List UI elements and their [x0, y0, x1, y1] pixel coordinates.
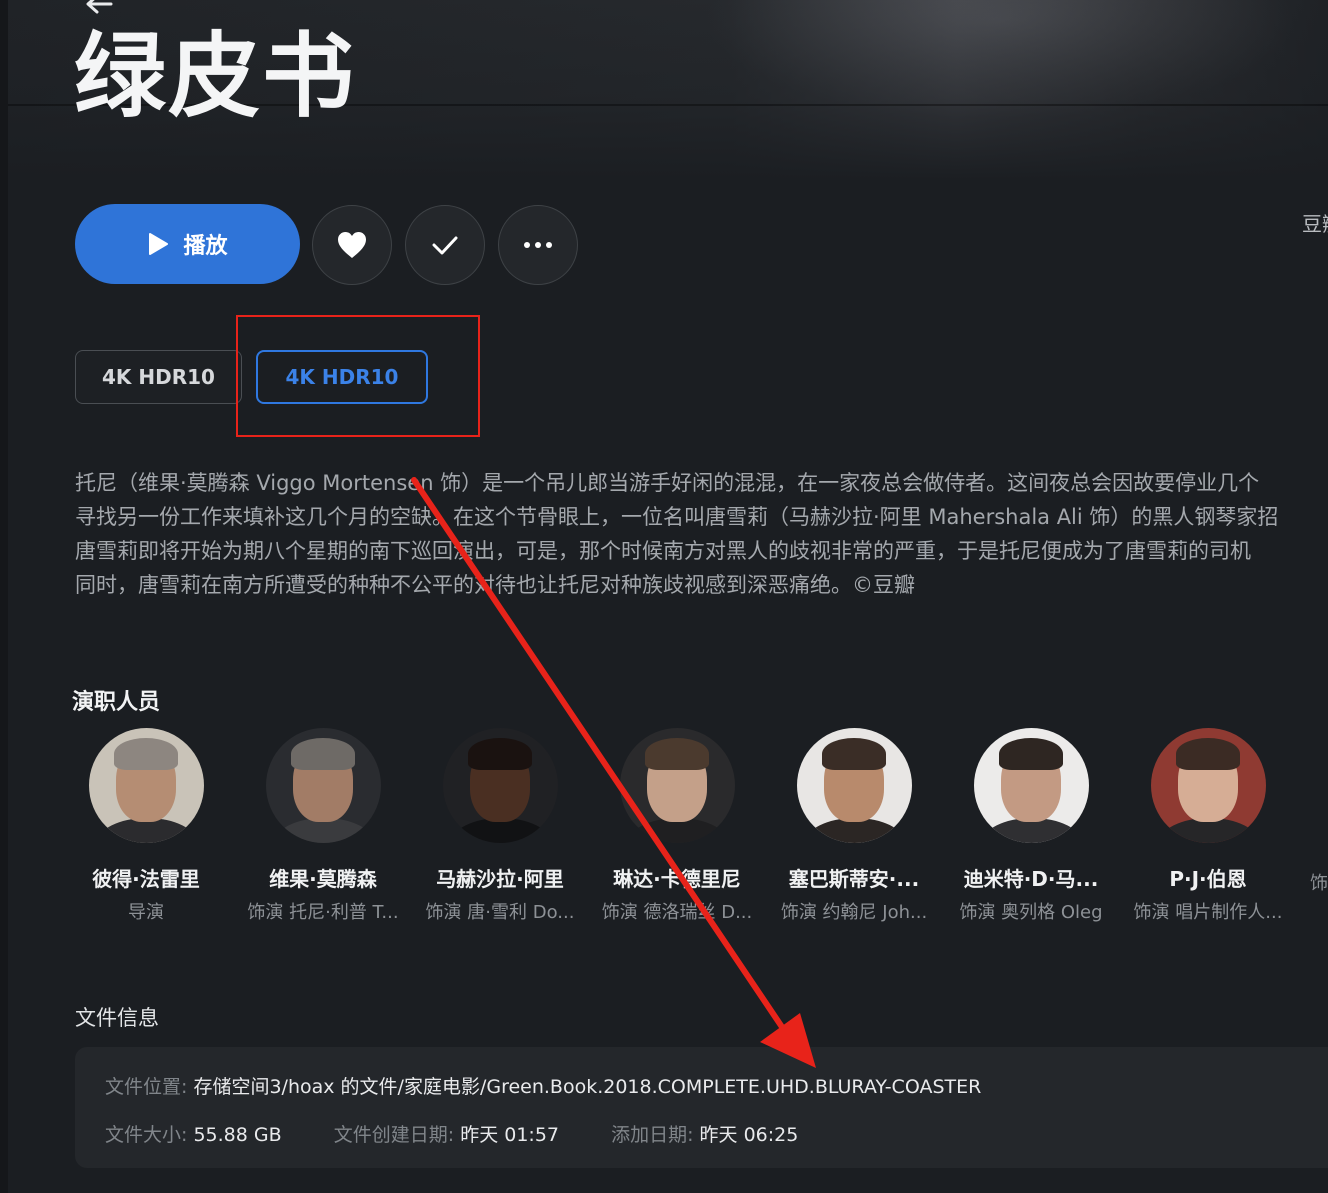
- cast-name: 马赫沙拉·阿里: [436, 867, 564, 891]
- play-button-label: 播放: [183, 234, 228, 259]
- more-options-button[interactable]: [498, 205, 578, 285]
- cast-member[interactable]: 维果·莫腾森 饰演 托尼·利普 T...: [233, 728, 413, 924]
- avatar: [796, 728, 912, 843]
- cast-name: 琳达·卡德里尼: [613, 867, 741, 891]
- file-added-label: 添加日期:: [611, 1124, 694, 1146]
- cast-member[interactable]: 塞巴斯蒂安·... 饰演 约翰尼 Joh...: [764, 728, 944, 924]
- file-info-panel: 文件位置: 存储空间3/hoax 的文件/家庭电影/Green.Book.201…: [75, 1047, 1328, 1168]
- cast-role: 饰演 唱片制作人...: [1133, 902, 1283, 923]
- favorite-button[interactable]: [312, 205, 392, 285]
- file-info-heading: 文件信息: [75, 1006, 159, 1030]
- cast-role: 饰演 奥列格 Oleg: [959, 902, 1103, 923]
- file-added-value: 昨天 06:25: [699, 1124, 799, 1146]
- movie-detail-page: { "title": "绿皮书", "actions": { "play_lab…: [0, 0, 1328, 1193]
- avatar: [442, 728, 558, 843]
- cast-name: 迪米特·D·马...: [963, 867, 1099, 891]
- synopsis-line: 托尼（维果·莫腾森 Viggo Mortensen 饰）是一个吊儿郎当游手好闲的…: [75, 471, 1260, 495]
- file-meta-row: 文件大小: 55.88 GB 文件创建日期: 昨天 01:57 添加日期: 昨天…: [105, 1120, 798, 1147]
- file-created-label: 文件创建日期:: [333, 1124, 455, 1146]
- play-icon: [149, 233, 169, 255]
- cast-name: 彼得·法雷里: [92, 867, 200, 891]
- file-size-value: 55.88 GB: [193, 1124, 282, 1146]
- synopsis-line: 同时，唐雪莉在南方所遭受的种种不公平的对待也让托尼对种族歧视感到深恶痛绝。©豆瓣: [75, 573, 915, 597]
- cast-name: P·J·伯恩: [1169, 867, 1247, 891]
- cast-role: 饰演 约翰尼 Joh...: [780, 902, 928, 923]
- avatar: [619, 728, 735, 843]
- annotation-highlight-box: [236, 315, 480, 437]
- cast-member[interactable]: 琳达·卡德里尼 饰演 德洛瑞丝 D...: [587, 728, 767, 924]
- avatar: [265, 728, 381, 843]
- back-arrow-icon[interactable]: [84, 0, 114, 18]
- cast-role: 饰演 唐·雪利 Do...: [425, 902, 575, 923]
- cast-role: 饰演 托尼·利普 T...: [247, 902, 399, 923]
- version-chip-1[interactable]: 4K HDR10: [75, 350, 242, 404]
- check-icon: [432, 236, 458, 255]
- synopsis-line: 唐雪莉即将开始为期八个星期的南下巡回演出，可是，那个时候南方对黑人的歧视非常的严…: [75, 539, 1251, 563]
- avatar: [88, 728, 204, 843]
- cast-member[interactable]: P·J·伯恩 饰演 唱片制作人...: [1118, 728, 1298, 924]
- cast-member[interactable]: 彼得·法雷里 导演: [56, 728, 236, 924]
- cast-name: 塞巴斯蒂安·...: [788, 867, 920, 891]
- file-size-label: 文件大小:: [105, 1124, 188, 1146]
- synopsis-line: 寻找另一份工作来填补这几个月的空缺。在这个节骨眼上，一位名叫唐雪莉（马赫沙拉·阿…: [75, 505, 1279, 529]
- play-button[interactable]: 播放: [75, 204, 300, 284]
- file-location-row: 文件位置: 存储空间3/hoax 的文件/家庭电影/Green.Book.201…: [105, 1072, 981, 1099]
- file-location-value[interactable]: 存储空间3/hoax 的文件/家庭电影/Green.Book.2018.COMP…: [193, 1076, 981, 1098]
- more-horizontal-icon: [524, 242, 552, 248]
- cast-heading: 演职人员: [72, 690, 161, 715]
- file-created-value: 昨天 01:57: [460, 1124, 559, 1146]
- cast-role: 导演: [128, 902, 164, 923]
- file-location-label: 文件位置:: [105, 1076, 188, 1098]
- cast-role: 饰: [1310, 873, 1328, 894]
- avatar: [973, 728, 1089, 843]
- synopsis: 托尼（维果·莫腾森 Viggo Mortensen 饰）是一个吊儿郎当游手好闲的…: [75, 466, 1328, 602]
- cast-member[interactable]: 饰: [1300, 728, 1328, 895]
- mark-watched-button[interactable]: [405, 205, 485, 285]
- douban-rating-label: 豆瓣: [1302, 212, 1328, 236]
- heart-icon: [338, 232, 366, 258]
- cast-member[interactable]: 迪米特·D·马... 饰演 奥列格 Oleg: [941, 728, 1121, 924]
- cast-member[interactable]: 马赫沙拉·阿里 饰演 唐·雪利 Do...: [410, 728, 590, 924]
- window-edge: [0, 0, 8, 1193]
- cast-name: 维果·莫腾森: [269, 867, 377, 891]
- movie-title: 绿皮书: [74, 23, 357, 130]
- cast-role: 饰演 德洛瑞丝 D...: [601, 902, 753, 923]
- avatar: [1150, 728, 1266, 843]
